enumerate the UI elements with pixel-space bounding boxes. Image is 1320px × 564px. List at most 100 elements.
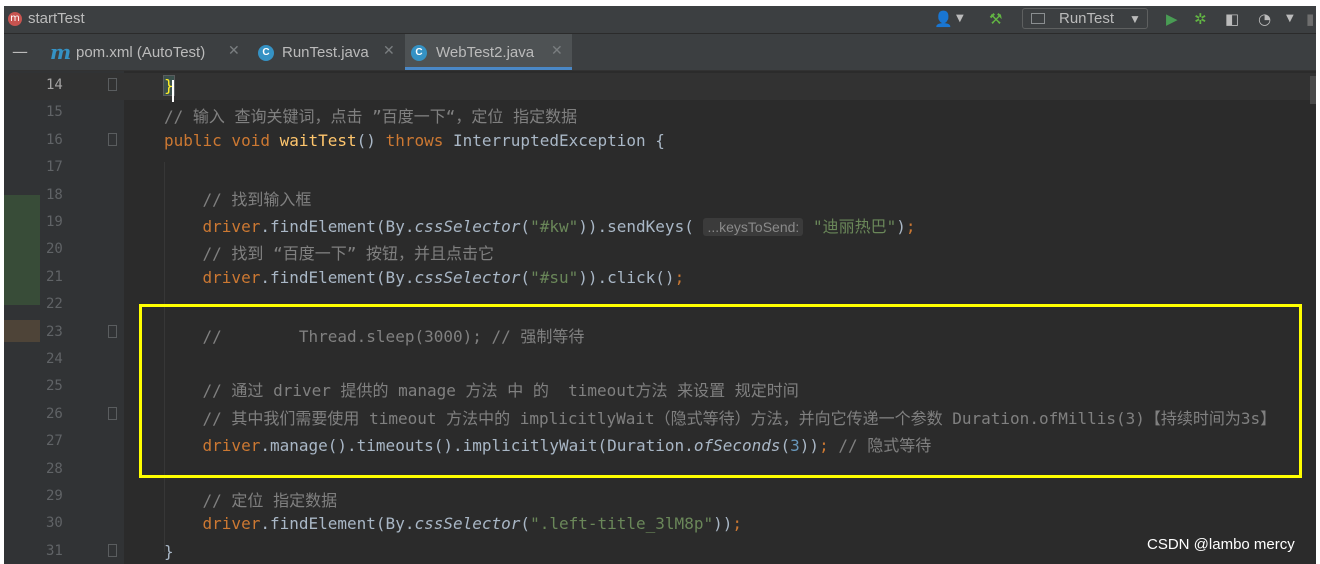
code-text: // 定位 指定数据 bbox=[164, 487, 338, 511]
toolbar-overflow-icon[interactable]: ▮ bbox=[1306, 9, 1314, 29]
parameter-hint: ...keysToSend: bbox=[703, 218, 804, 236]
profiler-icon[interactable]: ◔ bbox=[1258, 9, 1271, 29]
code-text: driver.findElement(By.cssSelector(".left… bbox=[164, 514, 742, 533]
line-number[interactable]: 17 bbox=[46, 159, 82, 175]
code-line[interactable]: 15 // 输入 查询关键词，点击 ”百度一下“，定位 指定数据 bbox=[4, 100, 1316, 127]
code-line[interactable]: 18 // 找到输入框 bbox=[4, 183, 1316, 210]
maven-icon: m bbox=[50, 40, 72, 64]
code-token: cssSelector bbox=[414, 217, 521, 236]
code-token: ; bbox=[905, 217, 916, 236]
fold-marker-icon[interactable] bbox=[108, 78, 117, 91]
code-token: waitTest bbox=[279, 130, 357, 150]
line-number[interactable]: 31 bbox=[46, 543, 82, 559]
user-icon[interactable]: 👤 bbox=[934, 9, 953, 29]
editor-tab-bar: — m pom.xml (AutoTest) ✕ C RunTest.java … bbox=[4, 34, 1316, 71]
code-token: public void bbox=[164, 130, 280, 150]
code-line[interactable]: 14} bbox=[4, 73, 1316, 100]
line-number[interactable]: 15 bbox=[46, 104, 82, 120]
line-number[interactable]: 26 bbox=[46, 406, 82, 422]
active-tab-indicator bbox=[405, 67, 572, 70]
line-number[interactable]: 25 bbox=[46, 378, 82, 394]
close-icon[interactable]: ✕ bbox=[228, 43, 240, 59]
line-number[interactable]: 20 bbox=[46, 241, 82, 257]
code-line[interactable]: 20 // 找到 “百度一下” 按钮，并且点击它 bbox=[4, 237, 1316, 264]
code-token: // 找到 “百度一下” 按钮，并且点击它 bbox=[164, 244, 494, 264]
tab-runtest-java[interactable]: C RunTest.java ✕ bbox=[252, 34, 402, 70]
code-token: )) bbox=[713, 514, 733, 534]
code-token: cssSelector bbox=[414, 514, 521, 534]
close-icon[interactable]: ✕ bbox=[383, 43, 395, 59]
tab-label: RunTest.java bbox=[282, 44, 369, 61]
code-token: "迪丽热巴" bbox=[812, 217, 897, 236]
line-number[interactable]: 30 bbox=[46, 515, 82, 531]
code-token: "#su" bbox=[530, 267, 579, 287]
line-number[interactable]: 29 bbox=[46, 488, 82, 504]
code-token: // 找到输入框 bbox=[164, 189, 312, 209]
line-number[interactable]: 19 bbox=[46, 214, 82, 230]
code-line[interactable]: 29 // 定位 指定数据 bbox=[4, 484, 1316, 511]
line-number[interactable]: 18 bbox=[46, 187, 82, 203]
line-number[interactable]: 28 bbox=[46, 461, 82, 477]
java-class-icon: C bbox=[411, 45, 427, 61]
code-line[interactable]: 17 bbox=[4, 155, 1316, 182]
fold-marker-icon[interactable] bbox=[108, 543, 117, 557]
ide-window: m startTest 👤 ▼ ⚒ RunTest ▼ ▶ ✲ ◧ ◔ ▼ ▮ … bbox=[4, 6, 1316, 564]
code-token: driver bbox=[164, 267, 261, 287]
text-caret bbox=[172, 80, 174, 102]
project-icon: m bbox=[8, 12, 22, 26]
more-chevron-icon[interactable]: ▼ bbox=[1286, 9, 1294, 29]
code-line[interactable]: 19 driver.findElement(By.cssSelector("#k… bbox=[4, 210, 1316, 237]
code-token: ; bbox=[732, 514, 742, 534]
debug-icon[interactable]: ✲ bbox=[1194, 9, 1207, 29]
project-name[interactable]: startTest bbox=[28, 10, 85, 27]
tab-pom-xml[interactable]: m pom.xml (AutoTest) ✕ bbox=[44, 34, 244, 70]
watermark: CSDN @lambo mercy bbox=[1147, 536, 1295, 553]
code-token: )).sendKeys( bbox=[578, 217, 704, 236]
scrollbar-thumb[interactable] bbox=[1310, 76, 1316, 104]
line-number[interactable]: 16 bbox=[46, 132, 82, 148]
line-number[interactable]: 27 bbox=[46, 433, 82, 449]
code-token: ( bbox=[520, 217, 531, 236]
code-text: // 输入 查询关键词，点击 ”百度一下“，定位 指定数据 bbox=[164, 103, 577, 127]
run-icon[interactable]: ▶ bbox=[1166, 9, 1178, 29]
line-number[interactable]: 23 bbox=[46, 324, 82, 340]
fold-marker-icon[interactable] bbox=[108, 132, 117, 146]
code-text: public void waitTest() throws Interrupte… bbox=[164, 131, 665, 150]
title-bar: m startTest 👤 ▼ ⚒ RunTest ▼ ▶ ✲ ◧ ◔ ▼ ▮ bbox=[4, 6, 1316, 34]
code-token: .findElement(By. bbox=[260, 217, 415, 236]
minimize-icon[interactable]: — bbox=[12, 42, 28, 61]
coverage-icon[interactable]: ◧ bbox=[1225, 9, 1239, 29]
code-line[interactable]: 21 driver.findElement(By.cssSelector("#s… bbox=[4, 265, 1316, 292]
fold-marker-icon[interactable] bbox=[108, 406, 117, 420]
code-token: driver bbox=[164, 514, 261, 534]
line-number[interactable]: 14 bbox=[46, 77, 82, 93]
run-config-select[interactable]: RunTest ▼ bbox=[1022, 8, 1148, 29]
java-class-icon: C bbox=[258, 45, 274, 61]
close-icon[interactable]: ✕ bbox=[551, 43, 563, 59]
code-line[interactable]: 31} bbox=[4, 539, 1316, 564]
chevron-down-icon[interactable]: ▼ bbox=[956, 9, 964, 29]
run-config-icon bbox=[1031, 13, 1045, 24]
code-token: .findElement(By. bbox=[260, 514, 415, 534]
code-line[interactable]: 16 public void waitTest() throws Interrup… bbox=[4, 128, 1316, 155]
code-token: ; bbox=[674, 267, 685, 287]
tab-webtest2-java[interactable]: C WebTest2.java ✕ bbox=[405, 34, 572, 70]
code-text: // 找到输入框 bbox=[164, 186, 312, 210]
code-line[interactable]: 30 driver.findElement(By.cssSelector(".l… bbox=[4, 511, 1316, 538]
annotation-highlight-box bbox=[139, 304, 1302, 478]
line-number[interactable]: 24 bbox=[46, 351, 82, 367]
code-token: )).click() bbox=[578, 267, 675, 287]
fold-marker-icon[interactable] bbox=[108, 324, 117, 338]
code-text: // 找到 “百度一下” 按钮，并且点击它 bbox=[164, 240, 494, 264]
code-token: .findElement(By. bbox=[260, 267, 415, 287]
code-token: // 输入 查询关键词，点击 ”百度一下“，定位 指定数据 bbox=[164, 107, 578, 127]
build-hammer-icon[interactable]: ⚒ bbox=[989, 9, 1002, 29]
line-number[interactable]: 22 bbox=[46, 296, 82, 312]
code-token: ( bbox=[520, 267, 531, 287]
code-token: "#kw" bbox=[530, 217, 579, 236]
tab-label: pom.xml (AutoTest) bbox=[76, 44, 206, 61]
line-number[interactable]: 21 bbox=[46, 269, 82, 285]
code-token: ( bbox=[520, 514, 531, 534]
code-token: ".left-title_3lM8p" bbox=[530, 514, 714, 534]
code-token: // 定位 指定数据 bbox=[164, 491, 338, 510]
